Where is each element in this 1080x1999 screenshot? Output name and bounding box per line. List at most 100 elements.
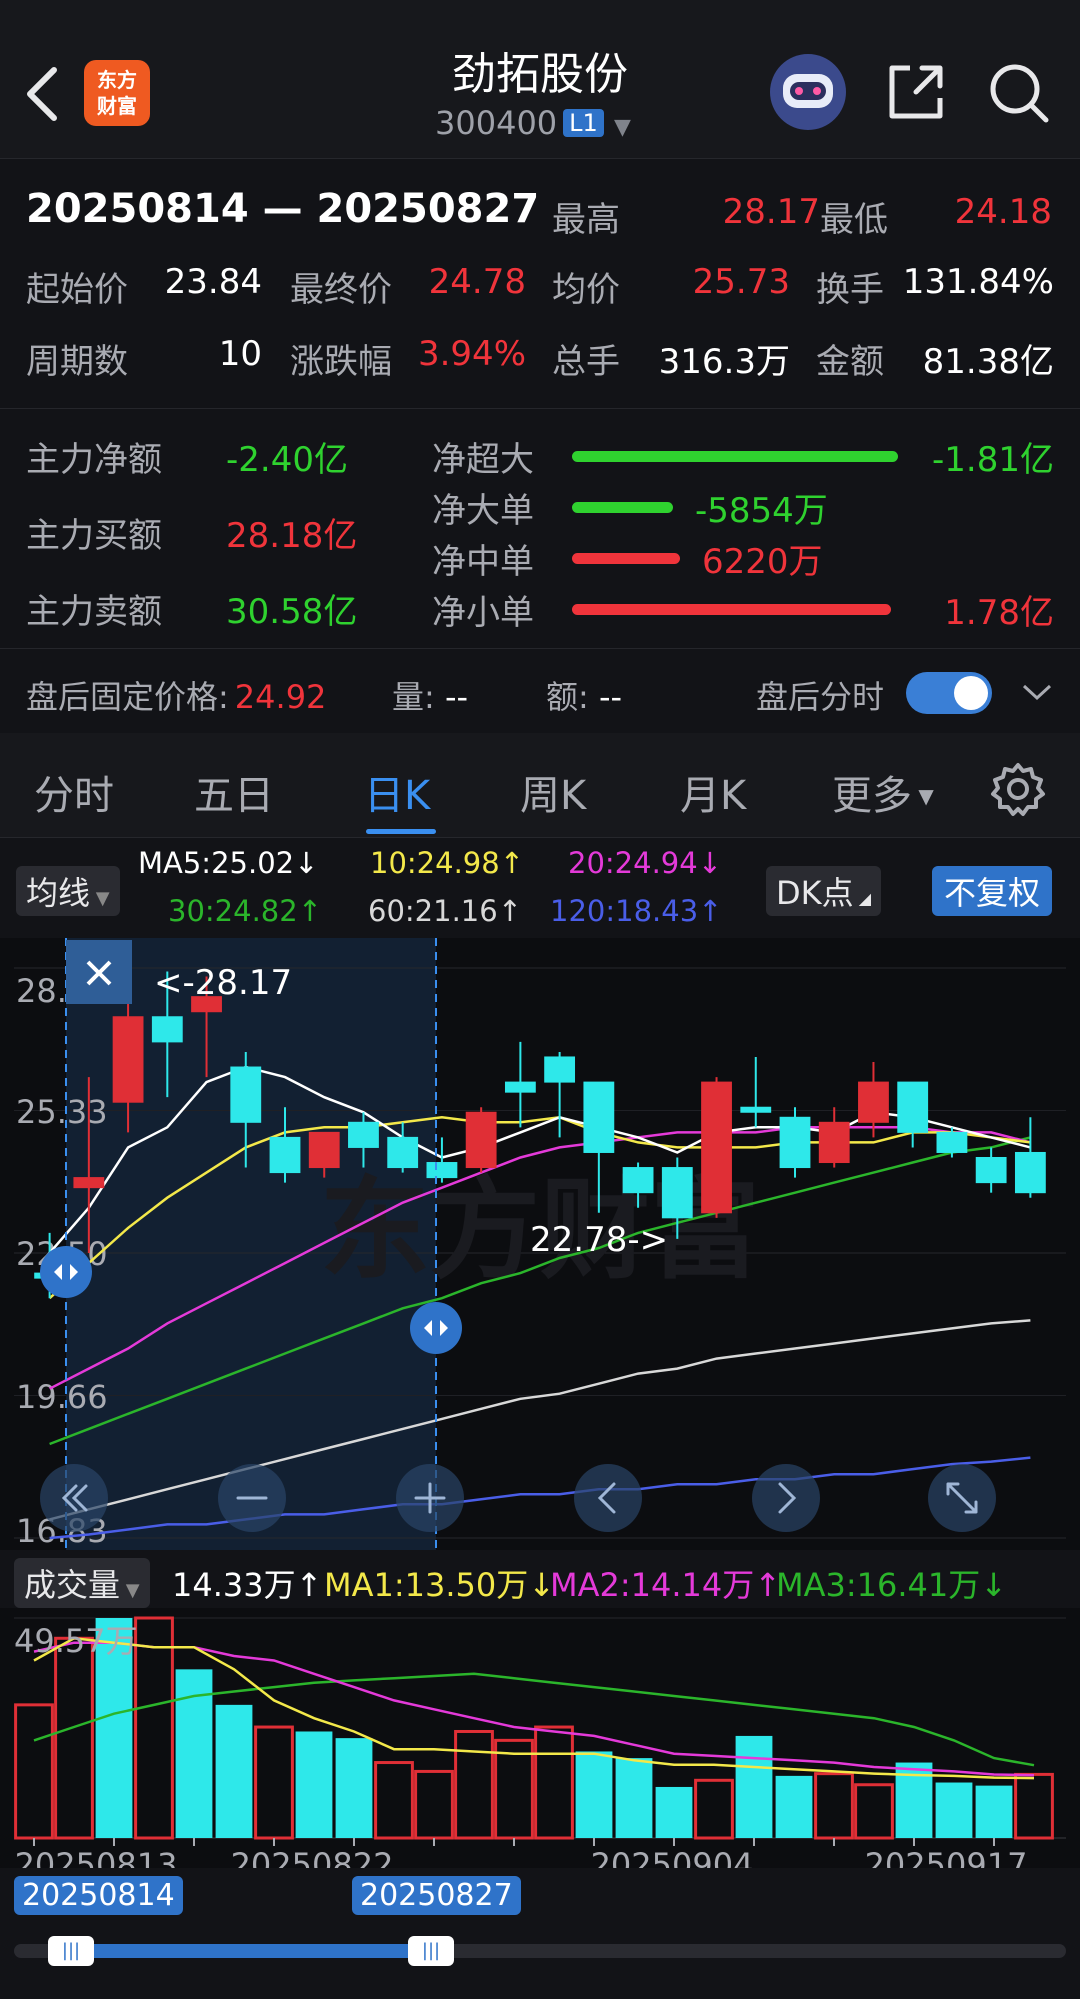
period-tabs: 分时 五日 日K 周K 月K 更多 ▼ <box>0 733 1080 838</box>
stat-value: 24.18 <box>954 192 1052 232</box>
level-badge: L1 <box>563 109 604 137</box>
candle-body <box>701 1081 732 1214</box>
stat-value: 81.38亿 <box>922 342 1054 382</box>
low-annotation: 22.78-> <box>530 1220 668 1260</box>
scroll-left-icon[interactable] <box>574 1464 642 1532</box>
candle-body <box>504 1081 536 1093</box>
candle-body <box>151 1016 183 1043</box>
tab-five-day[interactable]: 五日 <box>194 763 274 821</box>
date-range: 20250814 — 20250827 <box>26 186 540 232</box>
candle-body <box>308 1131 340 1169</box>
stat-value: 316.3万 <box>658 342 790 382</box>
stock-code: 300400 <box>435 104 558 142</box>
x-axis-date: 20250917 <box>865 1846 1028 1868</box>
candle-body <box>622 1167 654 1194</box>
range-drag-handle[interactable] <box>40 1246 92 1298</box>
zoom-out-icon[interactable] <box>218 1464 286 1532</box>
volume-selector[interactable]: 成交量 ▼ <box>14 1558 150 1608</box>
close-selection-icon[interactable] <box>66 940 132 1004</box>
adjust-selector[interactable]: 不复权 <box>932 866 1053 916</box>
main-buy-value: 28.18亿 <box>226 516 358 556</box>
chevron-down-icon: ▼ <box>613 115 631 140</box>
after-hours-price: 盘后固定价格: 24.92 <box>26 678 327 716</box>
stat-label: 最低 <box>820 200 888 240</box>
candle-body <box>230 1066 262 1123</box>
fullscreen-icon[interactable] <box>928 1464 996 1532</box>
range-selected <box>72 1944 432 1958</box>
candle-body <box>465 1111 497 1169</box>
kline-chart[interactable]: 东方财富28.1725.3322.5019.6616.83<-28.1722.7… <box>0 938 1080 1550</box>
volume-chart[interactable]: 49.57万 20250813 20250822 20250904 20250917 <box>0 1608 1080 1868</box>
candle-body <box>112 1016 144 1103</box>
robot-avatar-icon[interactable] <box>770 54 846 130</box>
search-icon[interactable] <box>988 62 1052 126</box>
candle-body <box>975 1156 1007 1184</box>
flow-value: -5854万 <box>695 491 828 531</box>
volume-bar <box>735 1735 773 1838</box>
volume-bar <box>655 1786 693 1838</box>
active-tab-indicator <box>366 829 436 834</box>
dk-point-selector[interactable]: DK点 ◢ <box>766 866 882 916</box>
x-axis-date: 20250904 <box>591 1846 754 1868</box>
flow-bar <box>572 604 891 615</box>
gear-icon[interactable] <box>990 761 1046 817</box>
ma30-value: 30:24.82↑ <box>168 894 322 928</box>
stat-label: 起始价 <box>26 270 128 310</box>
stat-value: 24.78 <box>428 262 526 302</box>
volume-bar <box>295 1731 333 1838</box>
flow-value: -1.81亿 <box>932 440 1054 480</box>
after-hours-toggle-label: 盘后分时 <box>756 678 885 716</box>
flow-bar <box>572 451 898 462</box>
divider <box>0 648 1080 649</box>
candle-body <box>1014 1151 1046 1194</box>
tab-monthly-k[interactable]: 月K <box>680 763 746 821</box>
main-net-value: -2.40亿 <box>226 440 348 480</box>
candle-body <box>387 1136 419 1169</box>
candle-body <box>936 1131 968 1153</box>
volume-bar <box>575 1751 613 1838</box>
candle-body <box>818 1121 850 1164</box>
flow-label: 净小单 <box>432 593 534 633</box>
stat-value: 28.17 <box>722 192 820 232</box>
main-buy-label: 主力买额 <box>26 516 162 556</box>
ma120-value: 120:18.43↑ <box>550 894 723 928</box>
volume-bar <box>975 1785 1013 1838</box>
ma-selector[interactable]: 均线 ▼ <box>16 866 120 916</box>
volume-ma3: MA3:16.41万↓ <box>776 1566 1008 1604</box>
stat-value: 131.84% <box>902 262 1054 302</box>
tab-daily-k[interactable]: 日K <box>364 763 430 821</box>
chevron-down-icon[interactable] <box>1020 680 1054 704</box>
main-net-label: 主力净额 <box>26 440 162 480</box>
zoom-in-icon[interactable] <box>396 1464 464 1532</box>
tab-intraday[interactable]: 分时 <box>34 763 114 821</box>
candle-body <box>348 1121 379 1148</box>
range-end-handle[interactable]: ||| <box>408 1936 454 1966</box>
tab-more[interactable]: 更多 ▼ <box>832 763 934 821</box>
candle-body <box>858 1081 889 1123</box>
tab-weekly-k[interactable]: 周K <box>520 763 586 821</box>
range-drag-handle[interactable] <box>410 1302 462 1354</box>
scroll-right-icon[interactable] <box>752 1464 820 1532</box>
app-logo: 东方 财富 <box>84 60 150 126</box>
candle-body <box>740 1106 772 1113</box>
y-axis-label: 25.33 <box>16 1093 108 1131</box>
range-start-handle[interactable]: ||| <box>48 1936 94 1966</box>
stat-label: 换手 <box>816 270 884 310</box>
range-start-date: 20250814 <box>14 1876 183 1915</box>
ma10-value: 10:24.98↑ <box>370 846 524 880</box>
flow-value: 1.78亿 <box>944 593 1054 633</box>
stat-value: 25.73 <box>692 262 790 302</box>
candle-body <box>426 1162 458 1179</box>
after-hours-toggle[interactable] <box>906 672 992 714</box>
stat-label: 周期数 <box>26 342 128 382</box>
volume-bar <box>935 1782 973 1838</box>
first-page-icon[interactable] <box>40 1464 108 1532</box>
flow-label: 净大单 <box>432 491 534 531</box>
candle-body <box>779 1116 811 1169</box>
share-icon[interactable] <box>886 62 946 122</box>
volume-bar <box>215 1704 253 1838</box>
divider <box>0 408 1080 409</box>
back-icon[interactable] <box>22 66 62 122</box>
stock-code-line[interactable]: 300400 L1 ▼ <box>435 104 631 142</box>
volume-bar <box>615 1758 653 1838</box>
